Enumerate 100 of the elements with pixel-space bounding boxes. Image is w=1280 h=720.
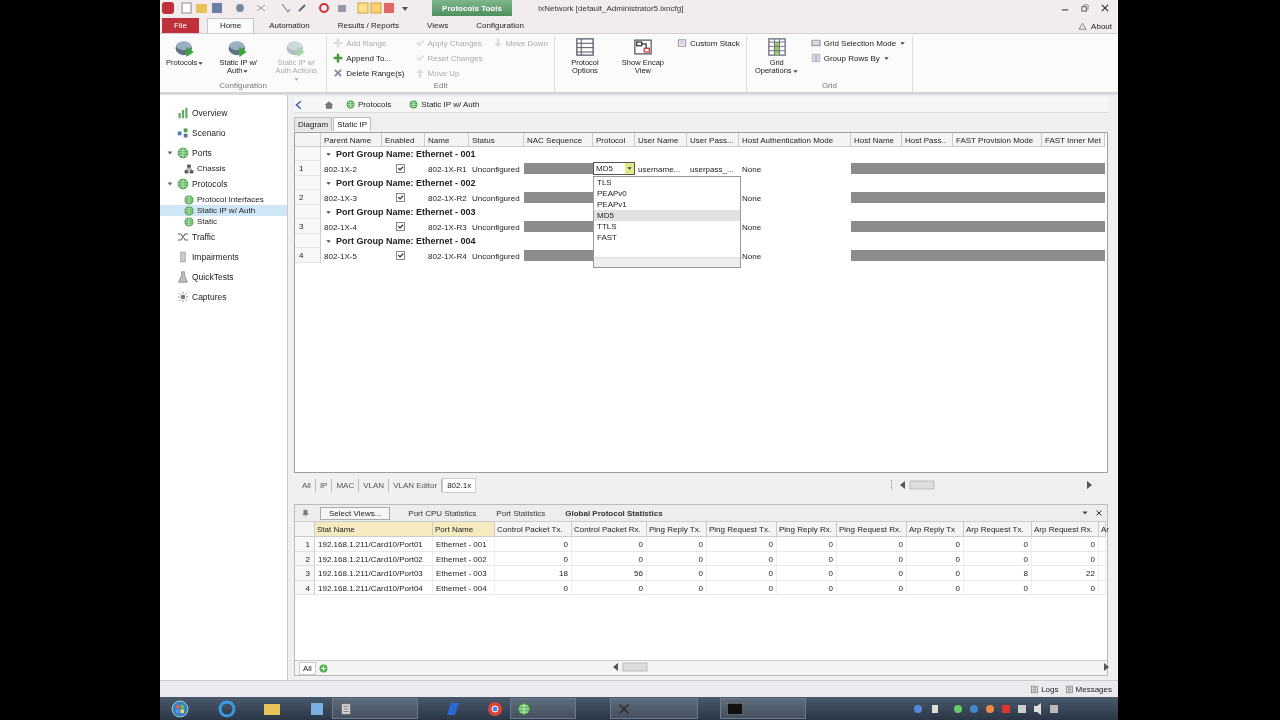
ribbon-button[interactable]: Custom Stack <box>674 36 742 50</box>
dropdown-option[interactable]: FAST <box>594 232 740 243</box>
checkbox[interactable] <box>396 193 405 202</box>
dropdown-button[interactable] <box>625 163 634 174</box>
table-cell-text: Unconfigured <box>471 193 521 205</box>
table-cell: 0 <box>1032 551 1099 566</box>
filter-tab[interactable]: 802.1x <box>442 477 477 493</box>
sidebar-item[interactable]: QuickTests <box>160 267 287 287</box>
restore-button[interactable] <box>1080 3 1090 13</box>
table-cell: 0 <box>777 580 837 595</box>
sidebar-item[interactable]: Ports <box>160 143 287 163</box>
ribbon-button[interactable]: Grid Selection Mode <box>808 36 909 50</box>
close-button[interactable] <box>1100 3 1110 13</box>
column-header[interactable]: Control Packet Tx. <box>495 522 572 537</box>
about-link[interactable]: About <box>1078 22 1112 31</box>
dropdown-option[interactable]: PEAPv0 <box>594 188 740 199</box>
ribbon-button[interactable]: Append To... <box>331 51 407 65</box>
column-header[interactable]: FAST Provision Mode <box>953 133 1042 147</box>
table-cell: 8 <box>964 566 1032 581</box>
table-cell: 0 <box>837 551 907 566</box>
view-tab[interactable]: Static IP <box>333 117 372 131</box>
table-cell: 0 <box>907 551 964 566</box>
globe-icon <box>346 100 355 109</box>
dropdown-option[interactable]: TTLS <box>594 221 740 232</box>
filter-tab[interactable]: IP <box>315 478 333 492</box>
stats-tab[interactable]: Global Protocol Statistics <box>557 506 671 520</box>
sidebar-item[interactable]: Static IP w/ Auth <box>160 205 287 216</box>
ribbon-tab[interactable]: Configuration <box>463 18 537 33</box>
column-header[interactable]: Host Name <box>851 133 902 147</box>
ribbon-button[interactable]: Group Rows By <box>808 51 909 65</box>
close-icon <box>1095 509 1103 517</box>
sidebar-item[interactable]: Overview <box>160 103 287 123</box>
dropdown-option[interactable]: TLS <box>594 177 740 188</box>
column-header[interactable]: FAST Inner Met <box>1042 133 1105 147</box>
table-cell: 0 <box>837 537 907 552</box>
stats-tab[interactable]: Port Statistics <box>488 506 554 520</box>
ribbon-tab[interactable]: Home <box>206 18 255 33</box>
column-header[interactable]: Status <box>469 133 524 147</box>
file-tab[interactable]: File <box>162 18 199 33</box>
table-cell: 0 <box>572 551 647 566</box>
sidebar-item[interactable]: Protocols <box>160 174 287 194</box>
ribbon-tab[interactable]: Results / Reports <box>324 18 413 33</box>
column-header[interactable]: Ping Request Rx. <box>837 522 907 537</box>
taskbar-button[interactable] <box>720 698 806 719</box>
sidebar-item[interactable]: Impairments <box>160 247 287 267</box>
column-header[interactable]: Ping Reply Tx. <box>647 522 707 537</box>
column-header[interactable]: Host Authentication Mode <box>739 133 851 147</box>
columns-icon <box>810 53 821 63</box>
sidebar-item[interactable]: Protocol Interfaces <box>160 194 287 205</box>
taskbar-button[interactable] <box>610 698 698 719</box>
sidebar-item[interactable]: Captures <box>160 287 287 307</box>
checkbox[interactable] <box>396 222 405 231</box>
checkbox[interactable] <box>396 251 405 260</box>
column-header[interactable]: Enabled <box>382 133 425 147</box>
column-header[interactable]: Ping Reply Rx. <box>777 522 837 537</box>
column-header[interactable]: User Name <box>635 133 687 147</box>
footer-tab[interactable]: All <box>299 661 316 675</box>
filter-tab[interactable]: VLAN <box>359 478 390 492</box>
column-header[interactable]: Control Packet Rx. <box>572 522 647 537</box>
checkbox[interactable] <box>396 164 405 173</box>
column-header[interactable]: Name <box>425 133 469 147</box>
table-cell-text: 802-1X-R2 <box>427 193 468 205</box>
column-header[interactable]: Arp Request Rx. <box>1032 522 1099 537</box>
column-header[interactable]: Stat Name <box>315 522 433 537</box>
sidebar-item[interactable]: Chassis <box>160 163 287 174</box>
breadcrumb-item[interactable]: Static IP w/ Auth <box>403 99 486 110</box>
column-header[interactable]: Ping Request Tx. <box>707 522 777 537</box>
ribbon-tab[interactable]: Views <box>414 18 462 33</box>
taskbar-button[interactable] <box>510 698 576 719</box>
table-cell: 0 <box>707 537 777 552</box>
taskbar-button[interactable] <box>332 698 418 719</box>
column-header[interactable]: Protocol <box>593 133 635 147</box>
column-header[interactable]: User Pass... <box>687 133 739 147</box>
column-header[interactable]: Arp Request Tx. <box>964 522 1032 537</box>
select-views-button[interactable]: Select Views... <box>320 506 391 520</box>
column-header[interactable]: Arp Reply Tx <box>907 522 964 537</box>
sidebar-item[interactable]: Traffic <box>160 227 287 247</box>
column-header[interactable]: Port Name <box>433 522 495 537</box>
dropdown-option[interactable]: PEAPv1 <box>594 199 740 210</box>
stats-tab[interactable]: Port CPU Statistics <box>400 506 485 520</box>
breadcrumb-item[interactable]: Protocols <box>340 99 398 110</box>
start-button[interactable] <box>168 699 192 718</box>
column-header[interactable]: Host Pass.. <box>902 133 953 147</box>
sidebar-item[interactable]: Static <box>160 216 287 227</box>
resize-grip[interactable] <box>594 257 740 267</box>
ribbon-button[interactable]: Delete Range(s) <box>331 66 407 80</box>
status-label[interactable]: Messages <box>1075 684 1112 694</box>
row-header: 3 <box>295 566 315 581</box>
filter-tab[interactable]: All <box>298 478 316 492</box>
view-tab[interactable]: Diagram <box>294 117 333 131</box>
dropdown-option[interactable]: MD5 <box>594 210 740 221</box>
browser-icon[interactable] <box>486 699 504 718</box>
column-header[interactable]: Parent Name <box>321 133 382 147</box>
filter-tab[interactable]: MAC <box>332 478 360 492</box>
status-label[interactable]: Logs <box>1041 684 1059 694</box>
sidebar-item[interactable]: Scenario <box>160 123 287 143</box>
ribbon-tab[interactable]: Automation <box>256 18 323 33</box>
scrollbar[interactable] <box>898 480 1094 490</box>
column-header[interactable]: NAC Sequence <box>524 133 593 147</box>
combo-box[interactable]: MD5 <box>593 162 635 175</box>
